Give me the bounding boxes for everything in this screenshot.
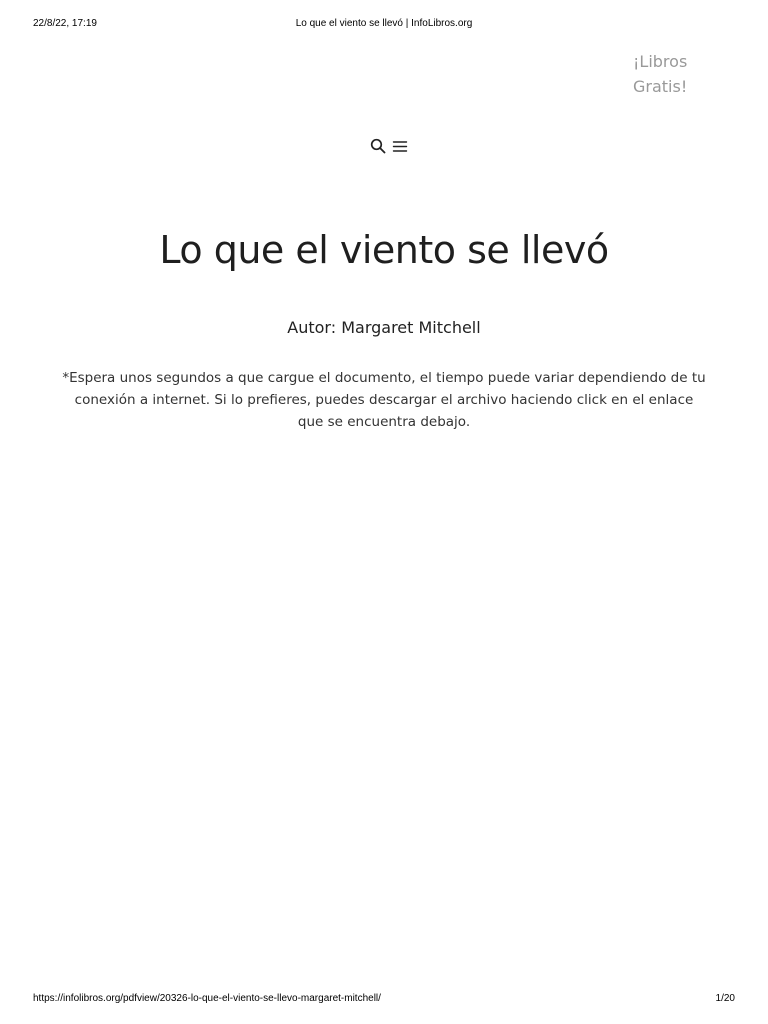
loading-note: *Espera unos segundos a que cargue el do… [62,370,706,430]
menu-icon[interactable] [392,138,408,154]
brand-line-1: ¡Libros [633,52,688,71]
search-icon[interactable] [370,138,386,154]
book-author: Autor: Margaret Mitchell [287,318,481,337]
brand-link[interactable]: ¡Libros Gratis! [633,49,723,99]
print-header-title: Lo que el viento se llevó | InfoLibros.o… [295,18,473,29]
page-title: Lo que el viento se llevó [159,228,609,272]
print-footer-page-number: 1/20 [715,993,735,1004]
header-nav-icons [370,138,408,154]
print-footer-url: https://infolibros.org/pdfview/20326-lo-… [33,993,381,1004]
brand-line-2: Gratis! [633,77,688,96]
